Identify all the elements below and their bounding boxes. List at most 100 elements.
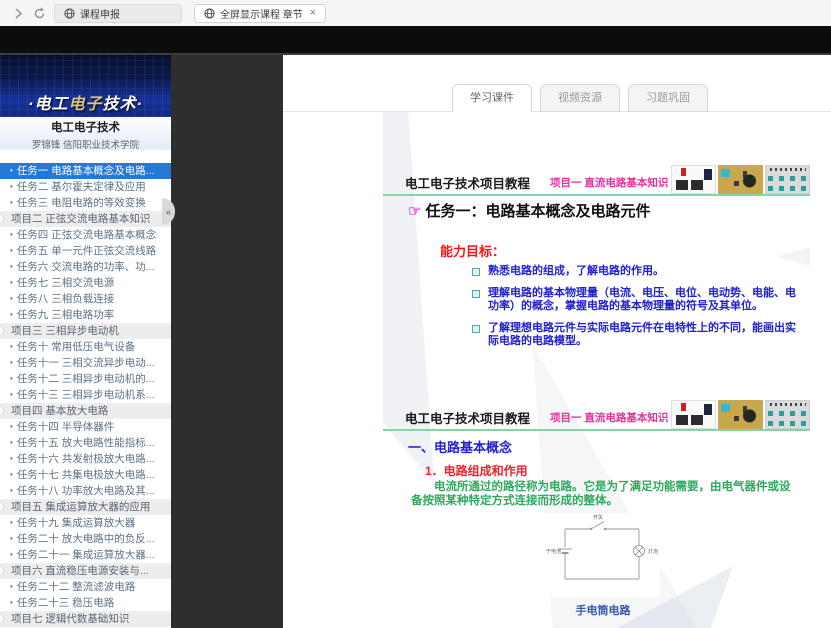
course-author: 罗锦锋 信阳职业技术学院	[0, 137, 171, 151]
sidebar-item-task[interactable]: •任务二十三 稳压电路	[0, 595, 171, 611]
section-heading: 一、电路基本概念	[408, 437, 512, 456]
slide-header-title: 电工电子技术项目教程	[405, 173, 530, 192]
banner-calligraphy-title: ·电工电子技术·	[0, 90, 171, 114]
bullet-dot-icon: •	[10, 547, 13, 563]
subsection-heading: 1．电路组成和作用	[425, 462, 528, 479]
sidebar-item-label: 任务七 三相交流电源	[17, 275, 114, 291]
sidebar-item-label: 项目五 集成运算放大器的应用	[11, 499, 150, 515]
sidebar-item-label: 项目七 逻辑代数基础知识	[11, 611, 129, 627]
sidebar-section-header[interactable]: 项目二 正弦交流电路基本知识	[0, 211, 171, 227]
tab-close-icon[interactable]: ×	[310, 8, 316, 19]
sidebar-item-task[interactable]: •任务四 正弦交流电路基本概念	[0, 227, 171, 243]
sidebar-item-task[interactable]: •任务六 交流电路的功率、功...	[0, 259, 171, 275]
browser-toolbar: 课程申报 全屏显示课程 章节 ×	[0, 0, 831, 26]
sidebar-section-header[interactable]: 项目四 基本放大电路	[0, 403, 171, 419]
sidebar-item-task[interactable]: •任务二 基尔霍夫定律及应用	[0, 179, 171, 195]
bullet-dot-icon: •	[10, 275, 13, 291]
goal-bullet-text: 了解理想电路元件与实际电路元件在电特性上的不同，能画出实际电路的电路模型。	[488, 322, 800, 348]
slide-header-project: 项目一 直流电路基本知识	[550, 410, 668, 425]
browser-tab-fullscreen-course[interactable]: 全屏显示课程 章节 ×	[194, 4, 326, 23]
bullet-dot-icon: •	[10, 467, 13, 483]
sidebar-item-task[interactable]: •任务十八 功率放大电路及其...	[0, 483, 171, 499]
content-tab[interactable]: 习题巩固	[628, 84, 708, 112]
sidebar-item-task[interactable]: •任务十九 集成运算放大器	[0, 515, 171, 531]
sidebar-collapse-handle[interactable]: «	[162, 198, 175, 225]
sidebar-item-label: 任务一 电路基本概念及电路...	[17, 163, 155, 179]
slide-header-project: 项目一 直流电路基本知识	[550, 175, 668, 190]
bullet-dot-icon: •	[10, 451, 13, 467]
sidebar-section-header[interactable]: 项目三 三相异步电动机	[0, 323, 171, 339]
sidebar-item-task[interactable]: •任务二十 放大电路中的负反...	[0, 531, 171, 547]
sidebar-section-header[interactable]: 项目七 逻辑代数基础知识	[0, 611, 171, 627]
goal-bullet: 了解理想电路元件与实际电路元件在电特性上的不同，能画出实际电路的电路模型。	[472, 322, 800, 348]
slide-stack: 电工电子技术项目教程 项目一 直流电路基本知识 ☞任务一：电路基本概念及电路元件…	[383, 112, 810, 628]
sidebar-item-label: 任务十三 三相异步电动机系...	[17, 387, 155, 403]
sidebar-item-label: 任务十四 半导体器件	[17, 419, 114, 435]
goal-bullet: 理解电路的基本物理量（电流、电压、电位、电动势、电能、电功率）的概念，掌握电路的…	[472, 287, 800, 313]
sidebar-section-header[interactable]: 项目六 直流稳压电源安装与...	[0, 563, 171, 579]
sidebar-item-task[interactable]: •任务五 单一元件正弦交流线路	[0, 243, 171, 259]
course-sidebar: ·电工电子技术· 电工电子技术 罗锦锋 信阳职业技术学院 •任务一 电路基本概念…	[0, 55, 171, 628]
sidebar-item-task[interactable]: •任务十四 半导体器件	[0, 419, 171, 435]
sidebar-item-task[interactable]: •任务十三 三相异步电动机系...	[0, 387, 171, 403]
forward-icon[interactable]	[12, 7, 25, 20]
bullet-dot-icon: •	[10, 483, 13, 499]
sidebar-item-label: 任务九 三相电路功率	[17, 307, 114, 323]
slide-scroll-area[interactable]: 电工电子技术项目教程 项目一 直流电路基本知识 ☞任务一：电路基本概念及电路元件…	[283, 112, 831, 628]
sidebar-item-label: 任务十二 三相异步电动机的...	[17, 371, 155, 387]
sidebar-item-label: 任务十七 共集电极放大电路...	[17, 467, 155, 483]
content-tab[interactable]: 视频资源	[540, 84, 620, 112]
banner-title-part: 电子	[68, 96, 102, 113]
square-bullet-icon	[472, 325, 480, 333]
bullet-dot-icon: •	[10, 387, 13, 403]
bullet-dot-icon: •	[10, 355, 13, 371]
sidebar-item-task[interactable]: •任务三 电阻电路的等效变换	[0, 195, 171, 211]
sidebar-item-label: 任务十一 三相交流异步电动...	[17, 355, 155, 371]
sidebar-section-header[interactable]: 项目五 集成运算放大器的应用	[0, 499, 171, 515]
browser-tab-course-apply[interactable]: 课程申报	[54, 4, 182, 23]
trainer-panel-photo	[765, 165, 810, 194]
sidebar-item-task[interactable]: •任务二十一 集成运算放大器...	[0, 547, 171, 563]
sidebar-item-task[interactable]: •任务十五 放大电路性能指标...	[0, 435, 171, 451]
sidebar-item-label: 任务二十二 整流滤波电路	[17, 579, 135, 595]
sidebar-item-task[interactable]: •任务九 三相电路功率	[0, 307, 171, 323]
sidebar-item-label: 项目二 正弦交流电路基本知识	[11, 211, 150, 227]
pcb-board-photo	[718, 165, 763, 194]
slide-header-title: 电工电子技术项目教程	[405, 408, 530, 427]
banner-title-part: ·电工	[28, 96, 68, 113]
slide1-task-title-text: 任务一：电路基本概念及电路元件	[425, 203, 650, 220]
sidebar-item-task[interactable]: •任务七 三相交流电源	[0, 275, 171, 291]
bullet-dot-icon: •	[10, 243, 13, 259]
course-banner-image: ·电工电子技术·	[0, 55, 171, 117]
course-title: 电工电子技术	[0, 117, 171, 135]
sidebar-item-task[interactable]: •任务十一 三相交流异步电动...	[0, 355, 171, 371]
goal-bullet-text: 熟悉电路的组成，了解电路的作用。	[488, 265, 664, 278]
content-tab[interactable]: 学习课件	[452, 84, 532, 112]
sidebar-item-label: 任务八 三相负载连接	[17, 291, 114, 307]
sidebar-item-label: 任务五 单一元件正弦交流线路	[17, 243, 156, 259]
sidebar-item-label: 任务十九 集成运算放大器	[17, 515, 135, 531]
sidebar-item-task[interactable]: •任务一 电路基本概念及电路...	[0, 163, 171, 179]
switch-label: 开关	[593, 514, 603, 521]
sidebar-item-task[interactable]: •任务八 三相负载连接	[0, 291, 171, 307]
content-tabbar: 学习课件视频资源习题巩固	[452, 84, 708, 112]
relay-board-photo	[671, 165, 716, 194]
sidebar-item-task[interactable]: •任务十七 共集电极放大电路...	[0, 467, 171, 483]
bullet-dot-icon: •	[10, 515, 13, 531]
browser-tab-label: 全屏显示课程 章节	[220, 6, 303, 21]
sidebar-item-label: 任务十 常用低压电气设备	[17, 339, 135, 355]
bullet-dot-icon: •	[10, 579, 13, 595]
sidebar-item-task[interactable]: •任务十二 三相异步电动机的...	[0, 371, 171, 387]
refresh-icon[interactable]	[33, 7, 46, 20]
figure-caption: 手电筒电路	[533, 602, 673, 618]
content-tabbar-row: 学习课件视频资源习题巩固	[283, 55, 831, 112]
sidebar-item-label: 项目六 直流稳压电源安装与...	[11, 563, 149, 579]
bullet-dot-icon: •	[10, 435, 13, 451]
sidebar-item-task[interactable]: •任务二十二 整流滤波电路	[0, 579, 171, 595]
top-black-bar	[0, 26, 831, 55]
sidebar-item-task[interactable]: •任务十 常用低压电气设备	[0, 339, 171, 355]
sidebar-item-label: 项目三 三相异步电动机	[11, 323, 119, 339]
bullet-dot-icon: •	[10, 179, 13, 195]
sidebar-item-label: 任务十六 共发射极放大电路...	[17, 451, 155, 467]
sidebar-item-task[interactable]: •任务十六 共发射极放大电路...	[0, 451, 171, 467]
